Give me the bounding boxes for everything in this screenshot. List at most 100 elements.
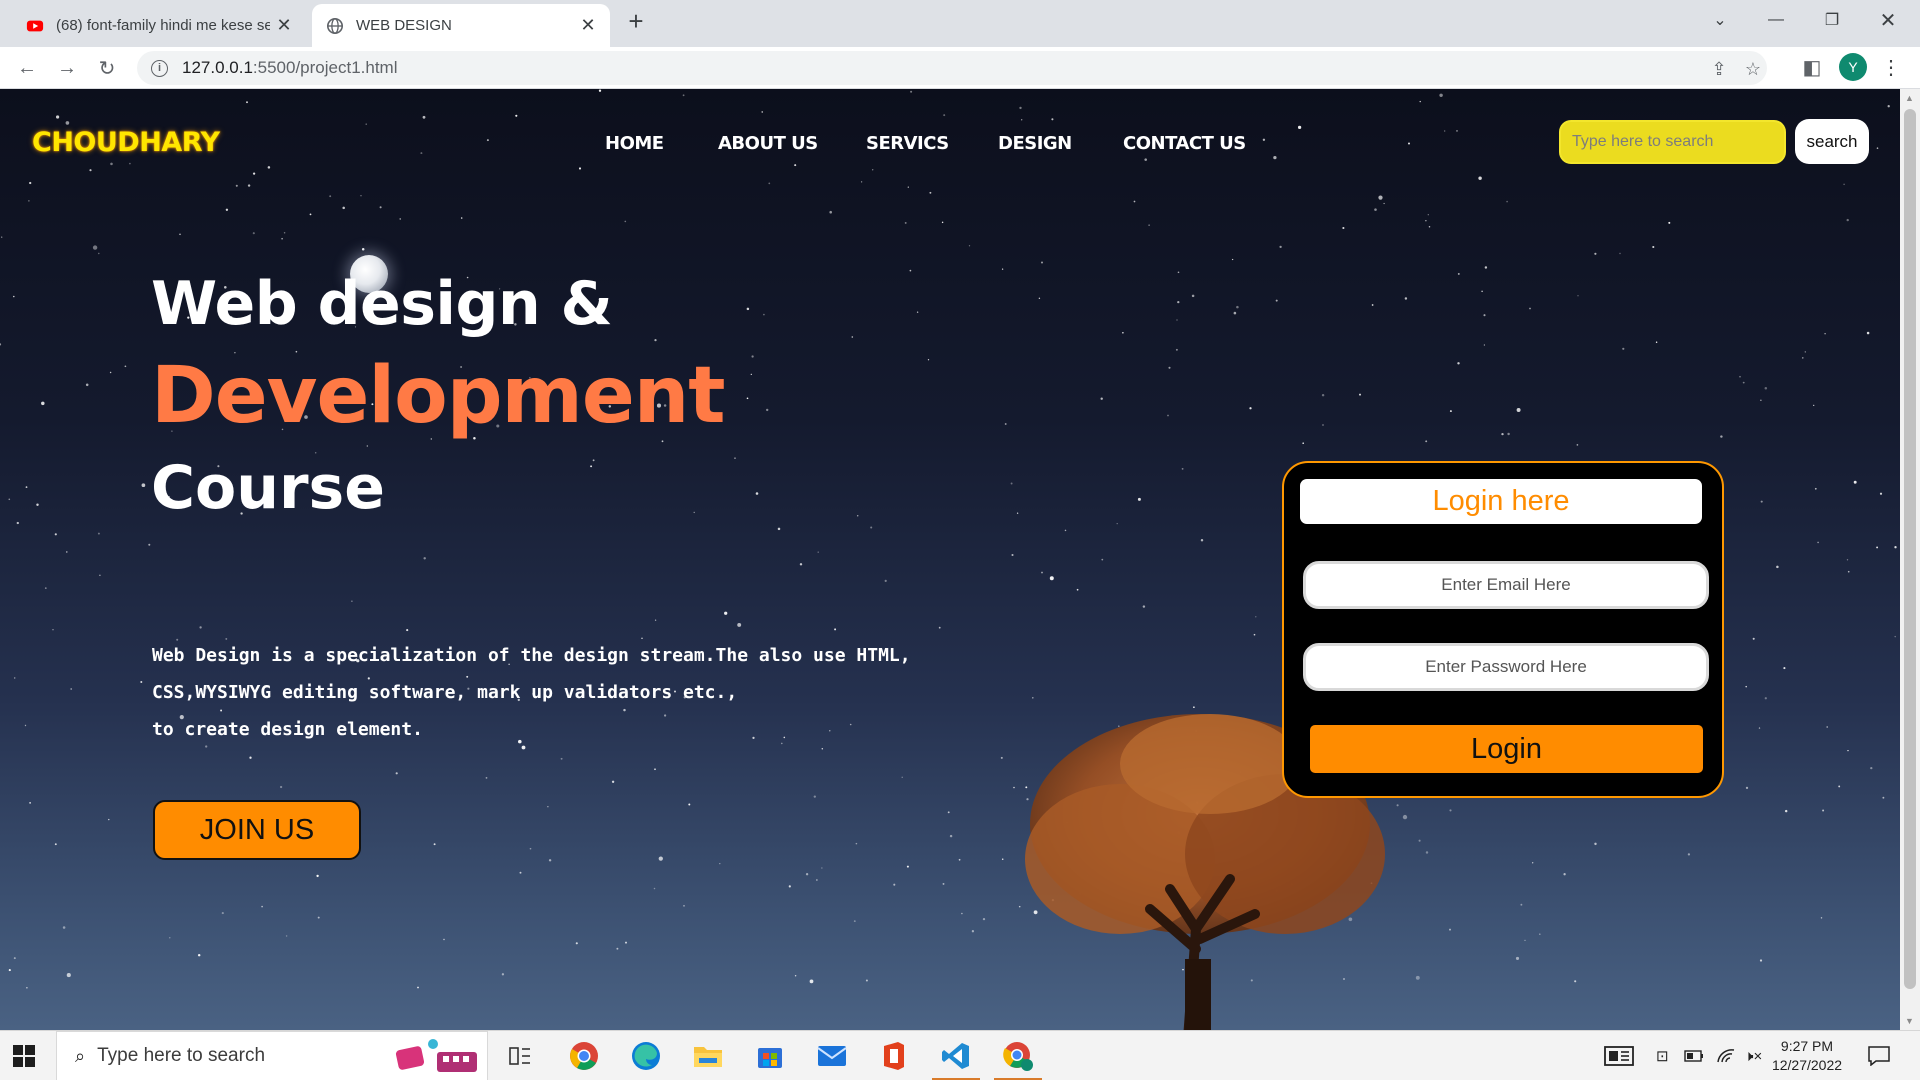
browser-menu-icon[interactable]: ⋮ [1879, 56, 1903, 80]
star-dot [1758, 727, 1761, 729]
star-dot [1563, 873, 1566, 876]
star-dot [1619, 252, 1621, 255]
star-dot [29, 802, 31, 804]
star-dot [1302, 442, 1304, 444]
star-dot [893, 883, 896, 886]
system-clock[interactable]: 9:27 PM 12/27/2022 [1767, 1037, 1847, 1075]
volume-muted-icon[interactable]: 🕨× [1744, 1031, 1762, 1080]
close-window-button[interactable]: ✕ [1860, 0, 1916, 40]
tab-search-chevron-icon[interactable]: ⌄ [1692, 0, 1748, 40]
star-dot [1144, 158, 1147, 161]
star-dot [70, 688, 73, 690]
taskbar-search-placeholder: Type here to search [97, 1045, 266, 1066]
new-tab-button[interactable]: + [622, 8, 650, 36]
taskbar-search-box[interactable]: ⌕ Type here to search [56, 1031, 488, 1080]
scroll-down-arrow-icon[interactable]: ▼ [1905, 1016, 1914, 1026]
close-tab-icon[interactable]: ✕ [270, 15, 298, 36]
star-dot [909, 269, 912, 272]
forward-arrow-icon[interactable]: → [52, 53, 82, 83]
search-highlight-icon [395, 1039, 477, 1072]
side-panel-icon[interactable]: ◧ [1800, 56, 1824, 80]
star-dot [1484, 266, 1488, 269]
address-bar[interactable]: i 127.0.0.1:5500/project1.html ⇪ ☆ [137, 51, 1767, 85]
star-dot [938, 626, 941, 629]
star-dot [443, 938, 445, 941]
star-dot [961, 912, 963, 915]
tab-youtube[interactable]: (68) font-family hindi me kese se ✕ [10, 4, 306, 47]
star-dot [1425, 851, 1429, 854]
mail-icon[interactable] [814, 1038, 850, 1074]
microsoft-store-icon[interactable] [752, 1038, 788, 1074]
close-tab-icon[interactable]: ✕ [574, 15, 602, 36]
globe-icon [326, 17, 344, 34]
password-field[interactable] [1303, 643, 1709, 691]
star-dot [884, 579, 887, 582]
star-dot [598, 89, 602, 92]
scrollbar-thumb[interactable] [1904, 109, 1916, 989]
star-dot [1100, 397, 1103, 400]
star-dot [761, 111, 763, 113]
star-dot [16, 521, 19, 525]
minimize-button[interactable]: — [1748, 0, 1804, 40]
scroll-up-arrow-icon[interactable]: ▲ [1905, 93, 1914, 103]
task-view-icon[interactable] [502, 1038, 538, 1074]
star-dot [1148, 224, 1150, 226]
restore-button[interactable]: ❐ [1804, 0, 1860, 40]
star-dot [252, 172, 256, 175]
star-dot [417, 986, 419, 989]
reload-icon[interactable]: ↻ [92, 53, 122, 83]
star-dot [197, 953, 201, 957]
star-dot [1853, 480, 1857, 484]
star-dot [1783, 667, 1786, 670]
star-dot [54, 843, 57, 846]
chrome-profile-icon[interactable] [994, 1038, 1042, 1080]
nav-design[interactable]: DESIGN [998, 133, 1072, 154]
tab-web-design[interactable]: WEB DESIGN ✕ [312, 4, 610, 47]
join-us-button[interactable]: JOIN US [153, 800, 361, 860]
file-explorer-icon[interactable] [690, 1038, 726, 1074]
profile-avatar[interactable]: Y [1839, 53, 1867, 81]
star-dot [66, 973, 71, 978]
star-dot [768, 182, 771, 185]
star-dot [693, 511, 695, 514]
meet-now-icon[interactable]: ⊡ [1656, 1031, 1669, 1080]
back-arrow-icon[interactable]: ← [12, 53, 42, 83]
windows-start-icon[interactable] [13, 1045, 35, 1067]
star-dot [267, 166, 271, 169]
star-dot [395, 772, 398, 775]
nav-services[interactable]: SERVICS [866, 133, 949, 154]
wifi-icon[interactable] [1716, 1031, 1736, 1080]
star-dot [821, 748, 824, 750]
brand-logo[interactable]: CHOUDHARY [32, 127, 220, 158]
star-dot [829, 210, 832, 214]
share-icon[interactable]: ⇪ [1707, 57, 1731, 81]
star-dot [1826, 726, 1829, 728]
star-dot [124, 365, 127, 368]
email-field[interactable] [1303, 561, 1709, 609]
nav-about-us[interactable]: ABOUT US [718, 133, 818, 154]
nav-home[interactable]: HOME [605, 133, 664, 154]
search-input[interactable] [1559, 120, 1786, 164]
site-info-icon[interactable]: i [151, 59, 168, 77]
edge-icon[interactable] [628, 1038, 664, 1074]
page-scrollbar[interactable]: ▲ ▼ [1900, 89, 1920, 1030]
star-dot [261, 905, 263, 908]
vscode-icon[interactable] [932, 1038, 980, 1080]
star-dot [737, 622, 742, 627]
star-dot [148, 543, 151, 546]
search-button[interactable]: search [1795, 119, 1869, 164]
star-dot [1529, 307, 1531, 310]
login-button[interactable]: Login [1310, 725, 1703, 773]
star-dot [560, 757, 563, 760]
nav-contact-us[interactable]: CONTACT US [1123, 133, 1246, 154]
bookmark-star-icon[interactable]: ☆ [1741, 57, 1765, 81]
notifications-icon[interactable] [1868, 1031, 1890, 1080]
star-dot [41, 401, 45, 406]
star-dot [805, 873, 809, 876]
star-dot [52, 629, 54, 631]
battery-icon[interactable] [1684, 1031, 1704, 1080]
news-widget-icon[interactable] [1604, 1031, 1634, 1080]
chrome-icon[interactable] [566, 1038, 602, 1074]
login-title: Login here [1300, 479, 1702, 524]
office-icon[interactable] [876, 1038, 912, 1074]
